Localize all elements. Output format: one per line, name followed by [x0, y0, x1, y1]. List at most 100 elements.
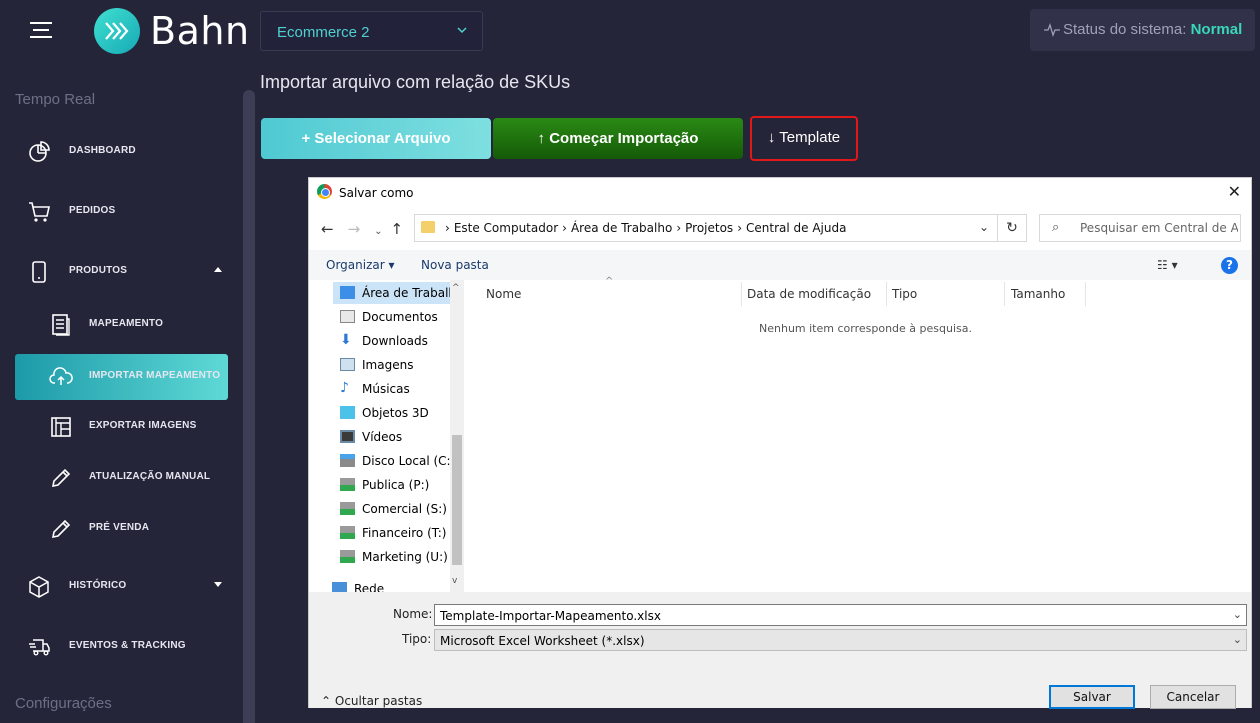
- scrollbar-thumb[interactable]: [452, 435, 462, 565]
- sidebar-item-pedidos[interactable]: PEDIDOS: [15, 189, 228, 235]
- close-icon[interactable]: ✕: [1228, 182, 1241, 201]
- filetype-label: Tipo:: [402, 632, 432, 646]
- menu-icon[interactable]: [30, 22, 52, 40]
- column-name[interactable]: Nome: [486, 287, 521, 301]
- chevron-down-icon: ⌄: [1232, 633, 1242, 646]
- filetype-value: Microsoft Excel Worksheet (*.xlsx): [440, 634, 645, 648]
- sidebar-item-label: HISTÓRICO: [69, 580, 127, 591]
- tree-item-images[interactable]: Imagens: [340, 354, 464, 376]
- breadcrumb-item[interactable]: Área de Trabalho: [571, 221, 672, 235]
- sidebar-item-label: PEDIDOS: [69, 205, 116, 216]
- chevron-down-icon[interactable]: ⌄: [1233, 608, 1242, 621]
- sidebar-item-dashboard[interactable]: DASHBOARD: [15, 129, 228, 175]
- logo-text: Bahn: [150, 9, 250, 53]
- filename-value: Template-Importar-Mapeamento.xlsx: [440, 609, 661, 623]
- hide-folders-toggle[interactable]: ⌃ Ocultar pastas: [321, 694, 422, 708]
- breadcrumb-item[interactable]: Este Computador: [454, 221, 558, 235]
- network-drive-icon: [340, 502, 355, 515]
- tree-item-downloads[interactable]: ⬇ Downloads: [340, 330, 464, 352]
- tree-item-drive-u[interactable]: Marketing (U:): [340, 546, 464, 568]
- download-template-button[interactable]: ↓ Template: [750, 116, 858, 161]
- view-options-icon[interactable]: ☷ ▾: [1157, 258, 1178, 272]
- tree-item-network[interactable]: Rede: [332, 578, 462, 592]
- refresh-button[interactable]: ↻: [997, 214, 1027, 242]
- sidebar-scrollbar[interactable]: [243, 90, 255, 723]
- back-arrow-icon[interactable]: ←: [321, 220, 334, 238]
- sidebar-item-produtos[interactable]: PRODUTOS: [15, 249, 228, 295]
- start-import-button[interactable]: ↑ Começar Importação: [493, 118, 743, 159]
- sidebar-item-historico[interactable]: HISTÓRICO: [15, 564, 228, 610]
- folder-tree: Área de Trabalho Documentos ⬇ Downloads I…: [309, 280, 464, 592]
- save-button[interactable]: Salvar: [1049, 685, 1135, 709]
- cloud-upload-icon: [49, 367, 73, 385]
- sidebar-item-mapeamento[interactable]: MAPEAMENTO: [15, 302, 228, 348]
- breadcrumb-item[interactable]: Projetos: [685, 221, 733, 235]
- sidebar-item-label: MAPEAMENTO: [89, 318, 164, 329]
- select-file-button[interactable]: + Selecionar Arquivo: [261, 118, 491, 159]
- sidebar-item-label: PRODUTOS: [69, 265, 128, 276]
- address-bar[interactable]: › Este Computador › Área de Trabalho › Projet…: [414, 214, 998, 242]
- video-icon: [340, 430, 355, 443]
- sidebar-item-exportar-imagens[interactable]: EXPORTAR IMAGENS: [15, 404, 228, 450]
- sort-indicator-icon: ^: [605, 276, 614, 287]
- tree-scrollbar[interactable]: ^ v: [450, 280, 464, 592]
- store-select-value: Ecommerce 2: [277, 24, 370, 41]
- download-icon: ⬇: [340, 332, 352, 348]
- section-title-config: Configurações: [15, 695, 112, 712]
- tree-item-music[interactable]: ♪ Músicas: [340, 378, 464, 400]
- box-icon: [29, 576, 49, 598]
- search-icon: ⌕: [1052, 220, 1060, 235]
- history-dropdown-icon[interactable]: ⌄: [374, 226, 382, 237]
- sidebar-item-eventos-tracking[interactable]: EVENTOS & TRACKING: [15, 624, 228, 670]
- tree-item-drive-p[interactable]: Publica (P:): [340, 474, 464, 496]
- cancel-button[interactable]: Cancelar: [1150, 685, 1236, 709]
- network-drive-icon: [340, 526, 355, 539]
- new-folder-button[interactable]: Nova pasta: [421, 258, 489, 272]
- top-bar: Bahn Ecommerce 2 Status do sistema: Norm…: [0, 0, 1260, 62]
- filetype-select[interactable]: Microsoft Excel Worksheet (*.xlsx) ⌄: [434, 629, 1247, 651]
- chevron-up-icon[interactable]: ^: [452, 283, 460, 293]
- tree-item-videos[interactable]: Vídeos: [340, 426, 464, 448]
- column-modified[interactable]: Data de modificação: [747, 287, 871, 301]
- tree-item-drive-s[interactable]: Comercial (S:): [340, 498, 464, 520]
- tree-item-documents[interactable]: Documentos: [340, 306, 464, 328]
- pencil-icon: [51, 468, 71, 488]
- forward-arrow-icon[interactable]: →: [348, 220, 361, 238]
- filename-input[interactable]: Template-Importar-Mapeamento.xlsx ⌄: [434, 604, 1247, 626]
- tree-item-drive-c[interactable]: Disco Local (C:): [340, 450, 464, 472]
- sidebar-item-atualizacao-manual[interactable]: ATUALIZAÇÃO MANUAL: [15, 455, 228, 501]
- breadcrumb-item[interactable]: Central de Ajuda: [746, 221, 846, 235]
- sidebar-item-label: DASHBOARD: [69, 145, 136, 156]
- pie-chart-icon: [29, 141, 50, 162]
- truck-icon: [29, 639, 50, 656]
- pencil-icon: [51, 519, 71, 539]
- nav-arrows: ← → ⌄ ↑: [321, 220, 417, 238]
- chevron-down-icon[interactable]: ⌄: [979, 220, 989, 234]
- drive-icon: [340, 454, 355, 467]
- column-size[interactable]: Tamanho: [1011, 287, 1065, 301]
- music-icon: ♪: [340, 380, 349, 396]
- sidebar-item-label: EVENTOS & TRACKING: [69, 640, 186, 651]
- search-box[interactable]: ⌕ Pesquisar em Central de Aju...: [1039, 214, 1241, 242]
- dialog-title: Salvar como: [339, 186, 414, 200]
- phone-icon: [32, 261, 46, 283]
- chevron-down-icon: [457, 27, 467, 34]
- file-list-header: ^ Nome Data de modificação Tipo Tamanho: [469, 276, 1249, 306]
- store-select[interactable]: Ecommerce 2: [260, 11, 483, 51]
- tree-item-drive-t[interactable]: Financeiro (T:): [340, 522, 464, 544]
- up-arrow-icon[interactable]: ↑: [391, 220, 404, 238]
- filename-label: Nome:: [393, 607, 433, 621]
- documents-icon: [340, 310, 355, 323]
- sidebar-item-label: IMPORTAR MAPEAMENTO: [89, 370, 221, 381]
- folder-icon: [421, 221, 435, 233]
- sidebar-item-importar-mapeamento[interactable]: IMPORTAR MAPEAMENTO: [15, 354, 228, 400]
- column-type[interactable]: Tipo: [892, 287, 917, 301]
- tree-item-3d-objects[interactable]: Objetos 3D: [340, 402, 464, 424]
- sidebar-item-pre-venda[interactable]: PRÉ VENDA: [15, 506, 228, 552]
- help-icon[interactable]: ?: [1221, 257, 1238, 274]
- chevron-down-icon[interactable]: v: [452, 576, 457, 586]
- caret-down-icon: [214, 582, 222, 587]
- tree-item-desktop[interactable]: Área de Trabalho: [333, 282, 464, 304]
- organize-menu[interactable]: Organizar ▾: [326, 258, 395, 272]
- dialog-toolbar: Organizar ▾ Nova pasta ☷ ▾ ?: [309, 250, 1251, 280]
